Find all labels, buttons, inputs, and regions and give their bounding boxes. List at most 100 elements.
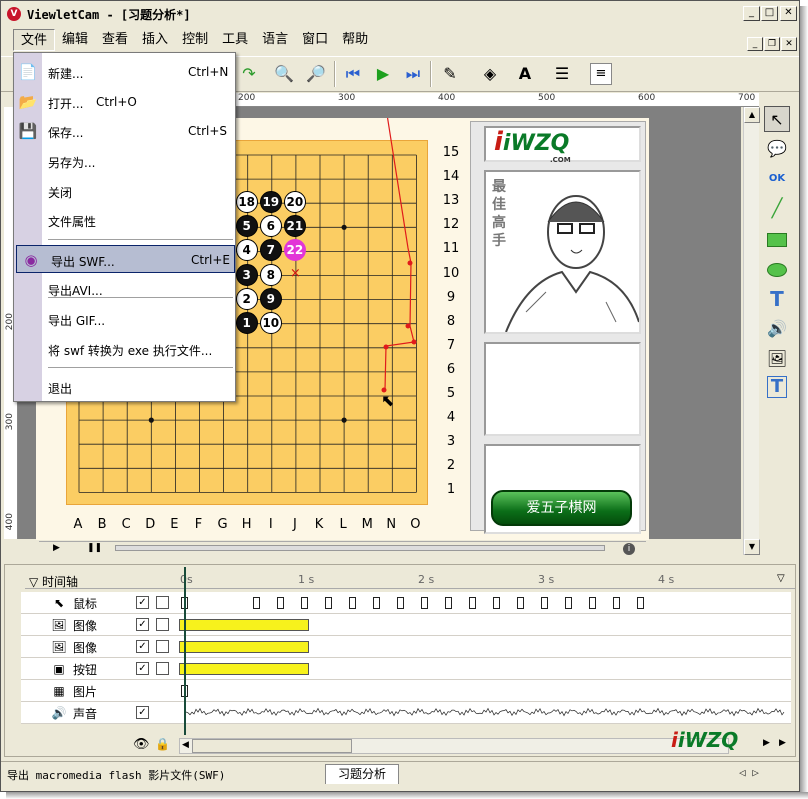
- scroll-left-arrow[interactable]: ◀: [182, 740, 189, 750]
- scroll-right-arrow[interactable]: ▶: [763, 738, 770, 748]
- layer-lock-checkbox[interactable]: [156, 618, 169, 631]
- keyframe-marker[interactable]: [517, 597, 524, 609]
- callout-icon[interactable]: 💬: [764, 136, 790, 162]
- text-color-icon[interactable]: A: [512, 61, 538, 87]
- layer-visible-checkbox[interactable]: ✓: [136, 662, 149, 675]
- keyframe-marker[interactable]: [421, 597, 428, 609]
- scroll-right-end-arrow[interactable]: ▶: [779, 738, 786, 748]
- select-arrow-icon[interactable]: ↖: [764, 106, 790, 132]
- timeline-scrollbar[interactable]: ◀: [179, 738, 729, 754]
- first-frame-icon[interactable]: ⏮: [340, 61, 366, 87]
- layer-duration-bar[interactable]: [179, 619, 309, 631]
- rectangle-tool-icon[interactable]: [764, 226, 790, 252]
- scroll-down-arrow[interactable]: ▼: [744, 539, 760, 555]
- play-icon[interactable]: ▶: [370, 61, 396, 87]
- timeline-layer-row[interactable]: ⬉ 鼠标 ✓: [21, 592, 791, 614]
- minimize-button[interactable]: _: [743, 6, 760, 21]
- tab-nav-arrows[interactable]: ◁ ▷: [739, 766, 759, 779]
- menu-edit[interactable]: 编辑: [55, 29, 95, 51]
- layer-duration-bar[interactable]: [179, 663, 309, 675]
- layer-visible-checkbox[interactable]: ✓: [136, 596, 149, 609]
- file-menu-item[interactable]: 导出AVI...: [14, 275, 235, 303]
- timeline-layer-row[interactable]: 🖼 图像 ✓: [21, 636, 791, 658]
- pause-small-icon[interactable]: ❚❚: [87, 543, 102, 553]
- menu-view[interactable]: 查看: [95, 29, 135, 51]
- menu-window[interactable]: 窗口: [295, 29, 335, 51]
- text-box-tool-icon[interactable]: T: [767, 376, 787, 398]
- timeline-layer-row[interactable]: 🖼 图像 ✓: [21, 614, 791, 636]
- scroll-thumb[interactable]: [192, 739, 352, 753]
- vertical-scrollbar[interactable]: ▲ ▼: [743, 107, 760, 555]
- timeline-layer-row[interactable]: ▣ 按钮 ✓: [21, 658, 791, 680]
- timeline-layer-row[interactable]: ▦ 图片: [21, 680, 791, 702]
- eye-icon[interactable]: 👁: [133, 737, 150, 752]
- menu-help[interactable]: 帮助: [335, 29, 375, 51]
- time-ruler[interactable]: 0s 1 s 2 s 3 s 4 s: [180, 571, 776, 589]
- keyframe-marker[interactable]: [445, 597, 452, 609]
- menu-insert[interactable]: 插入: [135, 29, 175, 51]
- file-menu-item[interactable]: 退出: [14, 373, 235, 401]
- timeline-collapse-icon[interactable]: ▽: [777, 573, 785, 584]
- mdi-minimize-button[interactable]: _: [747, 37, 763, 51]
- keyframe-marker[interactable]: [325, 597, 332, 609]
- ok-button-icon[interactable]: OK: [764, 166, 790, 192]
- line-color-icon[interactable]: ✎: [437, 61, 463, 87]
- menu-tools[interactable]: 工具: [215, 29, 255, 51]
- file-menu-item[interactable]: 另存为...: [14, 147, 235, 175]
- close-button[interactable]: ✕: [780, 6, 797, 21]
- info-icon[interactable]: i: [623, 543, 635, 555]
- fill-color-icon[interactable]: ◈: [477, 61, 503, 87]
- file-menu-item[interactable]: ◉ 导出 SWF... Ctrl+E: [16, 245, 235, 273]
- file-menu-item[interactable]: 📄 新建... Ctrl+N: [14, 58, 235, 86]
- keyframe-marker[interactable]: [373, 597, 380, 609]
- layer-visible-checkbox[interactable]: ✓: [136, 706, 149, 719]
- zoom-in-icon[interactable]: 🔍: [271, 61, 297, 87]
- layer-visible-checkbox[interactable]: ✓: [136, 640, 149, 653]
- zoom-out-icon[interactable]: 🔎: [303, 61, 329, 87]
- keyframe-marker[interactable]: [565, 597, 572, 609]
- layer-duration-bar[interactable]: [179, 641, 309, 653]
- progress-bar[interactable]: [115, 545, 605, 551]
- keyframe-marker[interactable]: [541, 597, 548, 609]
- keyframe-marker[interactable]: [253, 597, 260, 609]
- play-small-icon[interactable]: ▶: [53, 543, 60, 553]
- layer-lock-checkbox[interactable]: [156, 662, 169, 675]
- file-menu-item[interactable]: 文件属性: [14, 206, 235, 234]
- properties-icon[interactable]: ≡: [590, 63, 612, 85]
- keyframe-marker[interactable]: [493, 597, 500, 609]
- line-style-icon[interactable]: ☰: [549, 61, 575, 87]
- image-tool-icon[interactable]: 🖼: [764, 346, 790, 372]
- mdi-close-button[interactable]: ✕: [781, 37, 797, 51]
- layer-lock-checkbox[interactable]: [156, 596, 169, 609]
- keyframe-marker[interactable]: [277, 597, 284, 609]
- redo-icon[interactable]: ↷: [236, 61, 262, 87]
- ellipse-tool-icon[interactable]: [764, 256, 790, 282]
- file-menu-item[interactable]: 将 swf 转换为 exe 执行文件...: [14, 335, 235, 363]
- file-menu-item[interactable]: 📂 打开... Ctrl+O: [14, 88, 235, 116]
- file-menu-item[interactable]: 关闭: [14, 177, 235, 205]
- keyframe-marker[interactable]: [613, 597, 620, 609]
- last-frame-icon[interactable]: ⏭: [400, 61, 426, 87]
- file-menu-item[interactable]: 💾 保存... Ctrl+S: [14, 117, 235, 145]
- playhead[interactable]: [184, 567, 186, 752]
- timeline-header[interactable]: ▽ 时间轴: [29, 573, 78, 590]
- layer-lock-checkbox[interactable]: [156, 640, 169, 653]
- layer-visible-checkbox[interactable]: ✓: [136, 618, 149, 631]
- keyframe-marker[interactable]: [397, 597, 404, 609]
- text-tool-icon[interactable]: T: [764, 286, 790, 312]
- keyframe-marker[interactable]: [469, 597, 476, 609]
- keyframe-marker[interactable]: [637, 597, 644, 609]
- keyframe-marker[interactable]: [589, 597, 596, 609]
- keyframe-marker[interactable]: [301, 597, 308, 609]
- mdi-restore-button[interactable]: ❐: [764, 37, 780, 51]
- lock-icon[interactable]: 🔒: [155, 737, 170, 751]
- menu-control[interactable]: 控制: [175, 29, 215, 51]
- file-menu-item[interactable]: 导出 GIF...: [14, 305, 235, 333]
- scroll-up-arrow[interactable]: ▲: [744, 107, 760, 123]
- menu-language[interactable]: 语言: [255, 29, 295, 51]
- menu-file[interactable]: 文件: [13, 29, 56, 51]
- keyframe-marker[interactable]: [349, 597, 356, 609]
- document-tab[interactable]: 习题分析: [325, 764, 399, 784]
- line-tool-icon[interactable]: ╱: [764, 196, 790, 222]
- sound-tool-icon[interactable]: 🔊: [764, 316, 790, 342]
